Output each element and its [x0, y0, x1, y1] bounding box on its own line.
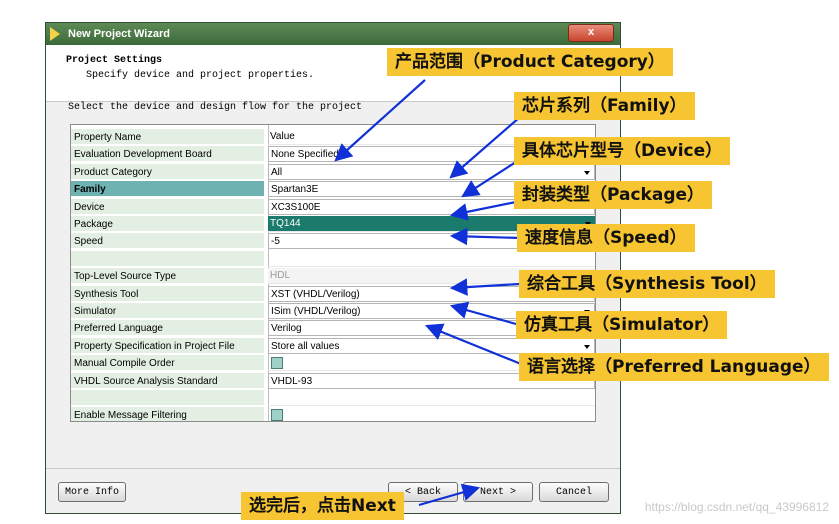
instruction-text: Select the device and design flow for th… [68, 102, 363, 113]
property-label: VHDL Source Analysis Standard [71, 372, 264, 389]
property-label: Evaluation Development Board [71, 146, 264, 163]
property-row[interactable]: Synthesis Tool XST (VHDL/Verilog) [71, 285, 595, 303]
callout-simulator: 仿真工具（Simulator） [516, 311, 728, 339]
property-label: Family [71, 181, 264, 198]
property-value-text: All [271, 166, 283, 178]
property-row[interactable] [71, 250, 595, 268]
property-grid: Property Name Value Evaluation Development… [70, 124, 596, 422]
property-value-text: TQ144 [270, 218, 301, 229]
property-row[interactable]: Product Category All [71, 163, 595, 181]
property-label: Property Name [71, 129, 264, 145]
property-label: Speed [71, 233, 264, 250]
property-value-text: XC3S100E [271, 201, 321, 213]
property-label: Top-Level Source Type [71, 268, 264, 285]
property-row[interactable]: VHDL Source Analysis Standard VHDL-93 [71, 372, 595, 390]
property-row[interactable] [71, 390, 595, 407]
property-value-text: ISim (VHDL/Verilog) [271, 306, 361, 317]
property-label: Package [71, 216, 264, 232]
more-info-button[interactable]: More Info [58, 482, 126, 502]
checkbox[interactable] [271, 357, 283, 370]
property-value-text: XST (VHDL/Verilog) [271, 288, 360, 300]
callout-device: 具体芯片型号（Device） [514, 137, 731, 165]
property-value [268, 390, 595, 406]
property-value-text: HDL [270, 270, 291, 282]
callout-synthesis-tool: 综合工具（Synthesis Tool） [519, 270, 775, 298]
property-value-text: VHDL-93 [271, 375, 313, 387]
property-label: Property Specification in Project File [71, 337, 264, 354]
property-value-text: -5 [271, 236, 280, 248]
checkbox[interactable] [271, 409, 283, 421]
property-label: Enable Message Filtering [71, 407, 264, 421]
property-label: Manual Compile Order [71, 355, 264, 372]
property-value-text: Store all values [271, 340, 340, 352]
property-value-text: Verilog [271, 323, 302, 335]
callout-package: 封装类型（Package） [514, 181, 713, 209]
wizard-arrow-icon [50, 27, 60, 41]
cancel-button[interactable]: Cancel [539, 482, 609, 502]
dropdown-arrow-icon[interactable] [584, 170, 590, 175]
callout-product-category: 产品范围（Product Category） [387, 48, 673, 76]
property-row[interactable]: Enable Message Filtering [71, 407, 595, 421]
property-dropdown[interactable]: Store all values [268, 337, 595, 354]
property-dropdown[interactable]: All [268, 163, 595, 180]
property-label: Synthesis Tool [71, 285, 264, 302]
dropdown-arrow-icon[interactable] [584, 344, 590, 349]
callout-speed: 速度信息（Speed） [517, 224, 695, 252]
property-value-text: Spartan3E [271, 184, 319, 196]
property-label: Device [71, 198, 264, 215]
property-value [268, 251, 595, 267]
callout-family: 芯片系列（Family） [514, 92, 695, 120]
watermark: https://blog.csdn.net/qq_43996812 [644, 500, 829, 514]
property-label: Preferred Language [71, 320, 264, 337]
title-bar: New Project Wizard x [46, 23, 620, 45]
property-row[interactable]: Property Specification in Project File St… [71, 337, 595, 355]
divider [46, 468, 620, 469]
window-title: New Project Wizard [68, 28, 170, 40]
property-checkbox[interactable] [268, 407, 595, 421]
property-label [71, 390, 264, 406]
property-label: Product Category [71, 163, 264, 180]
next-button[interactable]: Next > [463, 482, 533, 502]
property-value-text: None Specified [271, 149, 339, 161]
callout-preferred-language: 语言选择（Preferred Language） [519, 353, 829, 381]
property-row[interactable]: Manual Compile Order [71, 355, 595, 372]
property-label: Simulator [71, 303, 264, 319]
close-button[interactable]: x [568, 24, 614, 42]
property-label [71, 250, 264, 267]
property-row[interactable]: Top-Level Source Type HDL [71, 268, 595, 285]
header-title: Project Settings [66, 55, 163, 66]
property-value-text: Value [270, 131, 295, 142]
callout-click-next: 选完后，点击Next [241, 492, 404, 520]
header-subtitle: Specify device and project properties. [86, 70, 315, 81]
